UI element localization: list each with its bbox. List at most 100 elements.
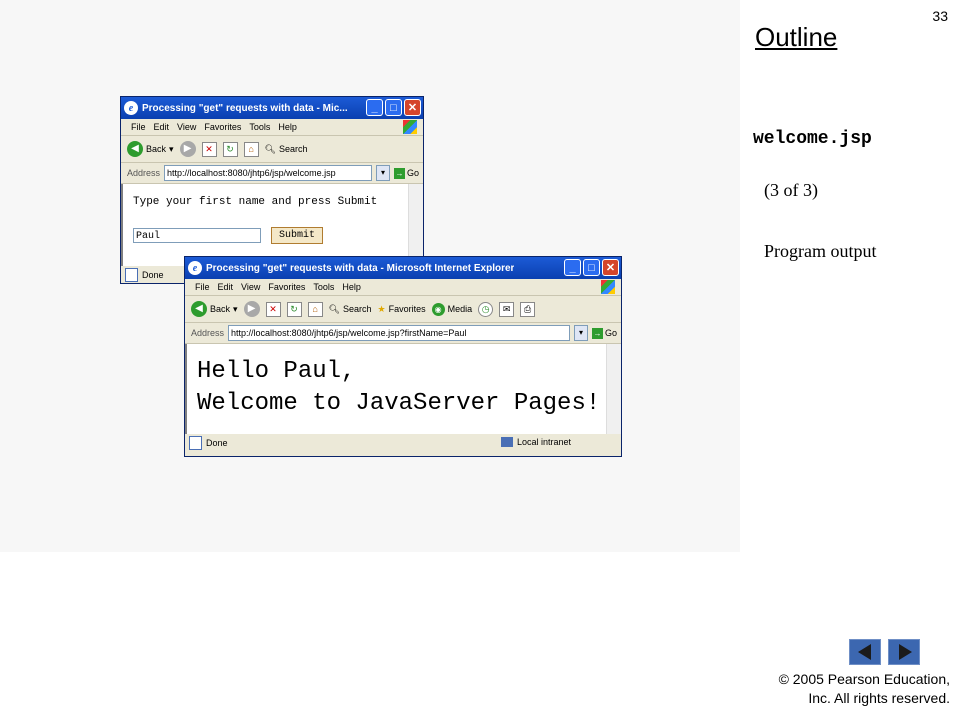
page-number: 33	[932, 8, 948, 24]
scrollbar[interactable]	[408, 184, 423, 266]
menu-tools[interactable]: Tools	[249, 122, 270, 132]
search-button[interactable]: 🔍︎ Search	[265, 144, 308, 155]
menu-edit[interactable]: Edit	[154, 122, 170, 132]
ie-icon: e	[188, 261, 202, 275]
page-content: Hello Paul, Welcome to JavaServer Pages!	[185, 344, 621, 434]
page-icon	[125, 268, 138, 282]
menu-view[interactable]: View	[241, 282, 260, 292]
part-label: (3 of 3)	[764, 180, 818, 200]
windows-logo-icon	[403, 120, 417, 134]
history-icon[interactable]: ◷	[478, 301, 494, 317]
zone-text: Local intranet	[516, 437, 571, 447]
triangle-right-icon	[899, 644, 912, 660]
submit-button[interactable]: Submit	[271, 227, 323, 244]
status-text: Done	[206, 438, 228, 448]
forward-button[interactable]: ▶	[243, 301, 260, 317]
home-icon[interactable]: ⌂	[307, 301, 323, 317]
close-button[interactable]: ✕	[602, 259, 619, 276]
back-arrow-icon: ◀	[191, 301, 207, 317]
scrollbar[interactable]	[606, 344, 621, 434]
close-button[interactable]: ✕	[404, 99, 421, 116]
windows-logo-icon	[601, 280, 615, 294]
triangle-left-icon	[858, 644, 871, 660]
back-arrow-icon: ◀	[127, 141, 143, 157]
first-name-input[interactable]: Paul	[133, 228, 261, 243]
favorites-label: Favorites	[388, 304, 426, 314]
minimize-button[interactable]: _	[366, 99, 383, 116]
status-bar: Done Local intranet	[185, 434, 621, 452]
menu-help[interactable]: Help	[342, 282, 361, 292]
greeting-line-1: Hello Paul,	[197, 358, 356, 385]
search-label: Search	[342, 304, 372, 314]
copyright-line-2: Inc. All rights reserved.	[808, 690, 950, 706]
window-title: Processing "get" requests with data - Mi…	[206, 262, 515, 274]
search-button[interactable]: 🔍︎ Search	[329, 304, 372, 315]
address-bar: Address http://localhost:8080/jhtp6/jsp/…	[121, 163, 423, 184]
greeting-line-2: Welcome to JavaServer Pages!	[197, 390, 601, 417]
previous-slide-button[interactable]	[849, 639, 881, 665]
go-arrow-icon: →	[591, 327, 603, 339]
intranet-icon	[500, 437, 513, 447]
go-label: Go	[406, 168, 419, 178]
address-dropdown-icon[interactable]: ▾	[573, 325, 588, 341]
refresh-icon[interactable]: ↻	[222, 141, 238, 157]
menu-bar: File Edit View Favorites Tools Help	[121, 119, 423, 136]
title-bar: e Processing "get" requests with data - …	[185, 257, 621, 279]
menu-favorites[interactable]: Favorites	[268, 282, 305, 292]
form-prompt: Type your first name and press Submit	[133, 196, 378, 208]
forward-button[interactable]: ▶	[179, 141, 196, 157]
back-button[interactable]: ◀ Back ▾	[191, 301, 238, 317]
address-text: http://localhost:8080/jhtp6/jsp/welcome.…	[231, 328, 467, 338]
go-button[interactable]: → Go	[393, 167, 419, 179]
go-button[interactable]: → Go	[591, 327, 617, 339]
menu-file[interactable]: File	[195, 282, 210, 292]
menu-edit[interactable]: Edit	[218, 282, 234, 292]
toolbar: ◀ Back ▾ ▶ ✕ ↻ ⌂ 🔍︎ Search ★ Favorites ◉ Med…	[185, 296, 621, 323]
copyright: © 2005 Pearson Education, Inc. All right…	[779, 670, 950, 708]
address-label: Address	[191, 328, 225, 338]
menu-tools[interactable]: Tools	[313, 282, 334, 292]
title-bar: e Processing "get" requests with data - …	[121, 97, 423, 119]
copyright-line-1: © 2005 Pearson Education,	[778, 671, 950, 687]
media-label: Media	[447, 304, 473, 314]
address-dropdown-icon[interactable]: ▾	[375, 165, 390, 181]
maximize-button[interactable]: □	[385, 99, 402, 116]
back-label: Back	[210, 304, 231, 314]
go-arrow-icon: →	[393, 167, 405, 179]
menu-view[interactable]: View	[177, 122, 196, 132]
mail-icon[interactable]: ✉	[499, 301, 515, 317]
search-label: Search	[278, 144, 308, 154]
menu-file[interactable]: File	[131, 122, 146, 132]
address-input[interactable]: http://localhost:8080/jhtp6/jsp/welcome.…	[228, 325, 570, 341]
media-icon: ◉	[431, 302, 445, 316]
address-input[interactable]: http://localhost:8080/jhtp6/jsp/welcome.…	[164, 165, 372, 181]
back-button[interactable]: ◀ Back ▾	[127, 141, 174, 157]
output-label: Program output	[764, 241, 877, 261]
print-icon[interactable]: ⎙	[520, 301, 536, 317]
back-label: Back	[146, 144, 167, 154]
security-zone: Local intranet	[500, 437, 571, 447]
menu-help[interactable]: Help	[278, 122, 297, 132]
status-text: Done	[142, 270, 164, 280]
home-icon[interactable]: ⌂	[243, 141, 259, 157]
outline-link[interactable]: Outline	[755, 22, 837, 53]
address-bar: Address http://localhost:8080/jhtp6/jsp/…	[185, 323, 621, 344]
menu-favorites[interactable]: Favorites	[204, 122, 241, 132]
next-slide-button[interactable]	[888, 639, 920, 665]
maximize-button[interactable]: □	[583, 259, 600, 276]
address-label: Address	[127, 168, 161, 178]
ie-icon: e	[124, 101, 138, 115]
page-icon	[189, 436, 202, 450]
media-button[interactable]: ◉ Media	[431, 302, 473, 316]
search-icon: 🔍︎	[328, 303, 340, 314]
refresh-icon[interactable]: ↻	[286, 301, 302, 317]
go-label: Go	[604, 328, 617, 338]
star-icon: ★	[377, 303, 386, 314]
minimize-button[interactable]: _	[564, 259, 581, 276]
stop-icon[interactable]: ✕	[265, 301, 281, 317]
toolbar: ◀ Back ▾ ▶ ✕ ↻ ⌂ 🔍︎ Search	[121, 136, 423, 163]
favorites-button[interactable]: ★ Favorites	[378, 304, 426, 315]
stop-icon[interactable]: ✕	[201, 141, 217, 157]
menu-bar: File Edit View Favorites Tools Help	[185, 279, 621, 296]
browser-window-result: e Processing "get" requests with data - …	[184, 256, 622, 457]
